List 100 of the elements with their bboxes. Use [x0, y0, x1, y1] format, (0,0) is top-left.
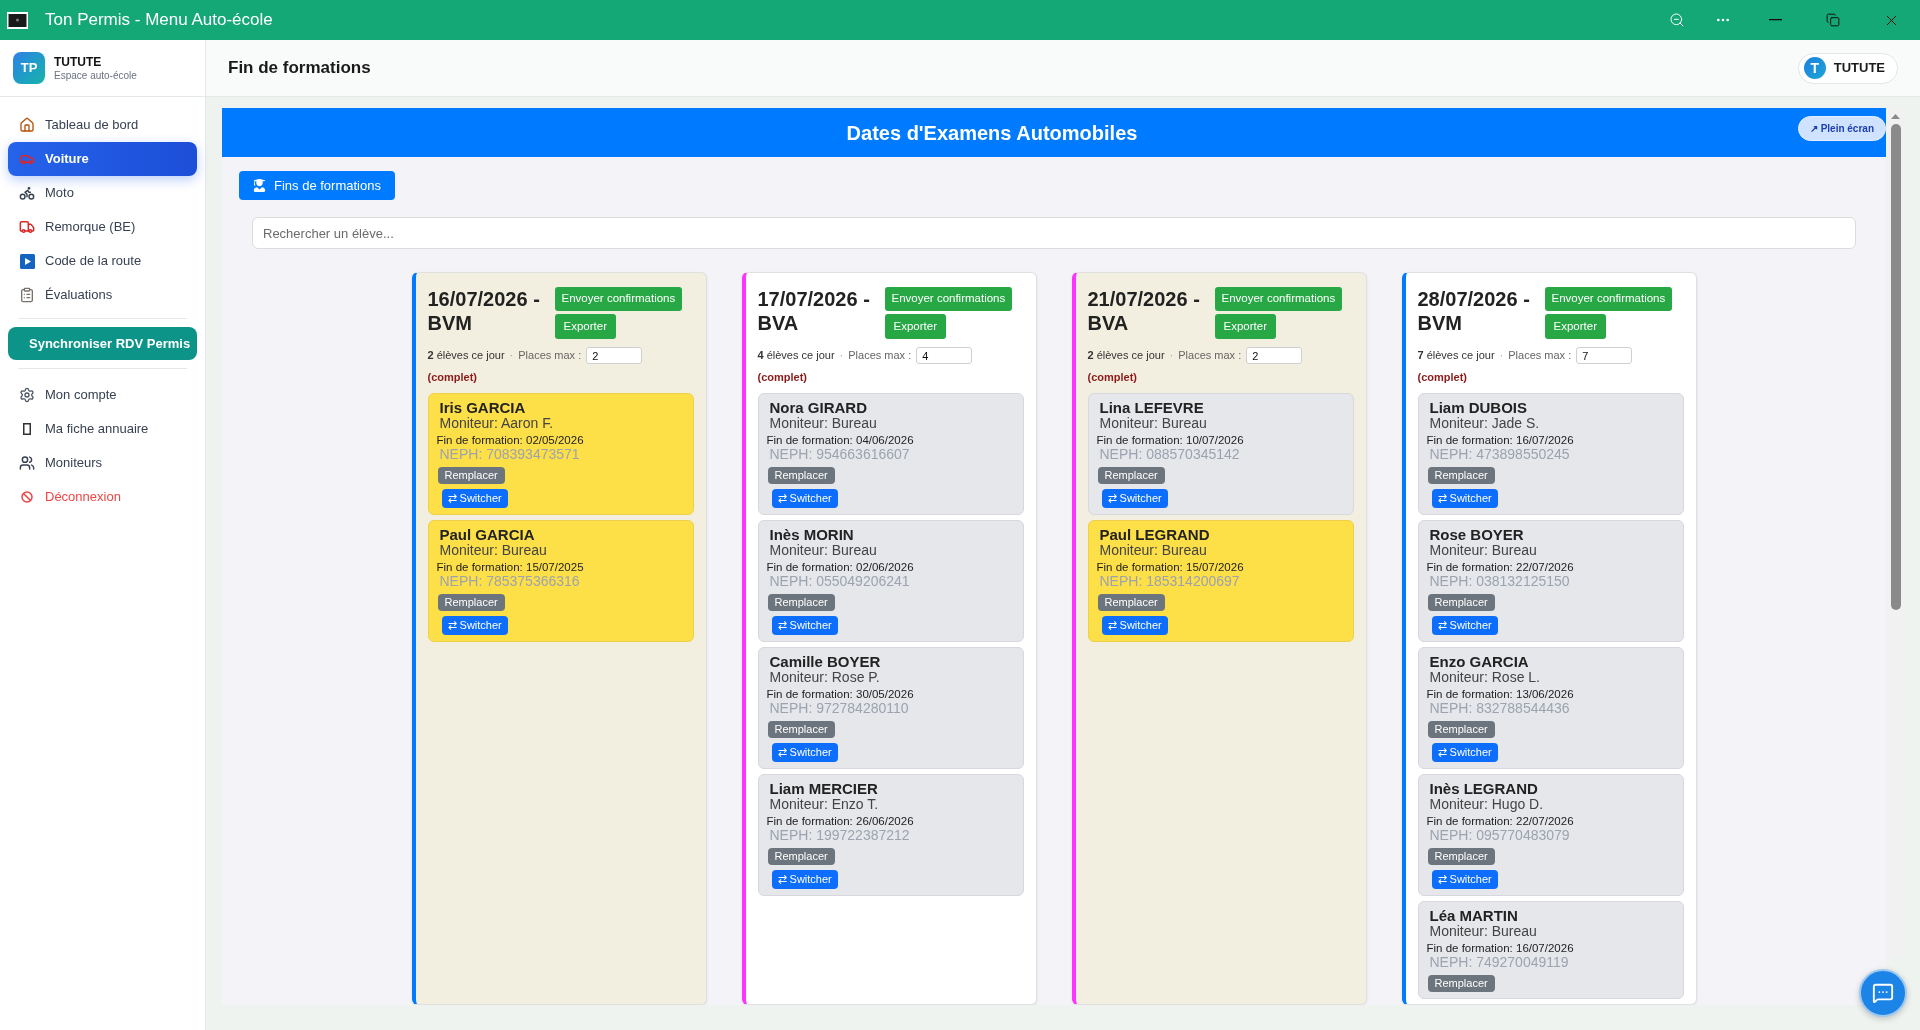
nav-item[interactable]: Moto	[8, 176, 197, 210]
switch-button[interactable]: ⇄ Switcher	[771, 615, 838, 635]
replace-button[interactable]: Remplacer	[437, 466, 505, 484]
replace-button[interactable]: Remplacer	[767, 466, 835, 484]
places-max-field[interactable]: 7	[1576, 347, 1633, 364]
monitor-text: Moniteur: Bureau	[438, 542, 547, 558]
nav-item[interactable]: Évaluations	[8, 278, 197, 312]
switch-button[interactable]: ⇄ Switcher	[1101, 488, 1168, 508]
nav-item[interactable]: Voiture	[8, 142, 197, 176]
window-title: Ton Permis - Menu Auto-école	[45, 9, 273, 32]
status-text: (complet)	[1087, 370, 1138, 385]
switch-button[interactable]: ⇄ Switcher	[771, 869, 838, 889]
end-date-text: Fin de formation: 22/07/2026	[1426, 813, 1574, 828]
send-confirmations-button[interactable]: Envoyer confirmations	[884, 287, 1013, 311]
separator-dot: ·	[1169, 348, 1174, 364]
switch-button[interactable]: ⇄ Switcher	[771, 488, 838, 508]
switch-button[interactable]: ⇄ Switcher	[1431, 869, 1498, 889]
switch-button[interactable]: ⇄ Switcher	[1101, 615, 1168, 635]
replace-button[interactable]: Remplacer	[1097, 593, 1165, 611]
places-max-field[interactable]: 4	[916, 347, 973, 364]
replace-button[interactable]: Remplacer	[1427, 720, 1495, 738]
truck-icon	[19, 219, 35, 235]
monitor-text: Moniteur: Enzo T.	[768, 796, 879, 812]
nav-item[interactable]: Code de la route	[8, 244, 197, 278]
house-icon	[19, 117, 35, 133]
send-confirmations-button[interactable]: Envoyer confirmations	[1214, 287, 1343, 311]
page-title: Fin de formations	[228, 57, 371, 80]
replace-button[interactable]: Remplacer	[767, 720, 835, 738]
student-name: Paul GARCIA	[438, 526, 535, 543]
neph-text: NEPH: 185314200697	[1098, 573, 1240, 588]
nav-item[interactable]: Remorque (BE)	[8, 210, 197, 244]
replace-button[interactable]: Remplacer	[437, 593, 505, 611]
switch-button[interactable]: ⇄ Switcher	[441, 615, 508, 635]
switch-button[interactable]: ⇄ Switcher	[1431, 615, 1498, 635]
student-name: Léa MARTIN	[1428, 907, 1518, 924]
neph-text: NEPH: 055049206241	[768, 573, 910, 588]
neph-text: NEPH: 473898550245	[1428, 446, 1570, 461]
restore-icon	[1826, 13, 1840, 27]
monitor-text: Moniteur: Hugo D.	[1428, 796, 1544, 812]
search-field[interactable]: Rechercher un élève...	[252, 217, 1856, 249]
nav-item[interactable]: Tableau de bord	[8, 108, 197, 142]
monitor-text: Moniteur: Bureau	[768, 415, 877, 431]
end-of-training-button[interactable]: Fins de formations	[239, 171, 395, 200]
replace-button[interactable]: Remplacer	[1427, 593, 1495, 611]
switch-button[interactable]: ⇄ Switcher	[1431, 742, 1498, 762]
zoom-out-icon	[1669, 12, 1685, 28]
places-max-label: Places max :	[1508, 348, 1572, 364]
user-name: TUTUTE	[1833, 59, 1885, 78]
student-name: Liam MERCIER	[768, 780, 878, 797]
ban-icon	[21, 491, 33, 503]
nav-item[interactable]: Mon compte	[8, 378, 197, 412]
replace-button[interactable]: Remplacer	[767, 593, 835, 611]
monitor-text: Moniteur: Bureau	[768, 542, 877, 558]
student-name: Inès MORIN	[768, 526, 854, 543]
replace-button[interactable]: Remplacer	[1427, 974, 1495, 992]
end-date-text: Fin de formation: 02/06/2026	[766, 559, 914, 574]
replace-button[interactable]: Remplacer	[1427, 847, 1495, 865]
user-chip[interactable]: T TUTUTE	[1797, 52, 1898, 84]
end-date-text: Fin de formation: 15/07/2026	[1096, 559, 1244, 574]
replace-button[interactable]: Remplacer	[767, 847, 835, 865]
monitor-text: Moniteur: Bureau	[1098, 542, 1207, 558]
student-name: Lina LEFEVRE	[1098, 399, 1204, 416]
places-max-label: Places max :	[518, 348, 582, 364]
switch-button[interactable]: ⇄ Switcher	[1431, 488, 1498, 508]
export-button[interactable]: Exporter	[1544, 314, 1606, 339]
places-max-field[interactable]: 2	[1246, 347, 1303, 364]
nav-item[interactable]: Moniteurs	[8, 446, 197, 480]
chat-button[interactable]	[1859, 969, 1907, 1017]
student-name: Paul LEGRAND	[1098, 526, 1210, 543]
student-name: Liam DUBOIS	[1428, 399, 1527, 416]
scrollbar-thumb[interactable]	[1890, 124, 1901, 610]
nav-item[interactable]: Ma fiche annuaire	[8, 412, 197, 446]
switch-button[interactable]: ⇄ Switcher	[771, 742, 838, 762]
export-button[interactable]: Exporter	[554, 314, 616, 339]
exam-date-title: 21/07/2026 - BVA	[1087, 287, 1201, 335]
neph-text: NEPH: 038132125150	[1428, 573, 1570, 588]
brand-subtitle: Espace auto-école	[54, 68, 137, 82]
replace-button[interactable]: Remplacer	[1097, 466, 1165, 484]
neph-text: NEPH: 095770483079	[1428, 827, 1570, 842]
send-confirmations-button[interactable]: Envoyer confirmations	[1544, 287, 1673, 311]
nav-item[interactable]: Déconnexion	[8, 480, 197, 514]
places-max-field[interactable]: 2	[586, 347, 643, 364]
neph-text: NEPH: 972784280110	[768, 700, 909, 715]
export-button[interactable]: Exporter	[884, 314, 946, 339]
rectangle-icon	[23, 423, 31, 435]
sync-button[interactable]: Synchroniser RDV Permis	[8, 327, 197, 360]
student-name: Nora GIRARD	[768, 399, 867, 416]
neph-text: NEPH: 199722387212	[768, 827, 910, 842]
student-name: Enzo GARCIA	[1428, 653, 1529, 670]
panel-title: Dates d'Examens Automobiles	[846, 120, 1138, 146]
gear-icon	[19, 387, 35, 403]
separator-dot: ·	[509, 348, 514, 364]
export-button[interactable]: Exporter	[1214, 314, 1276, 339]
places-max-label: Places max :	[1178, 348, 1242, 364]
end-date-text: Fin de formation: 15/07/2025	[436, 559, 584, 574]
switch-button[interactable]: ⇄ Switcher	[441, 488, 508, 508]
send-confirmations-button[interactable]: Envoyer confirmations	[554, 287, 683, 311]
fullscreen-button[interactable]: ↗ Plein écran	[1797, 116, 1886, 141]
monitor-text: Moniteur: Jade S.	[1428, 415, 1540, 431]
replace-button[interactable]: Remplacer	[1427, 466, 1495, 484]
